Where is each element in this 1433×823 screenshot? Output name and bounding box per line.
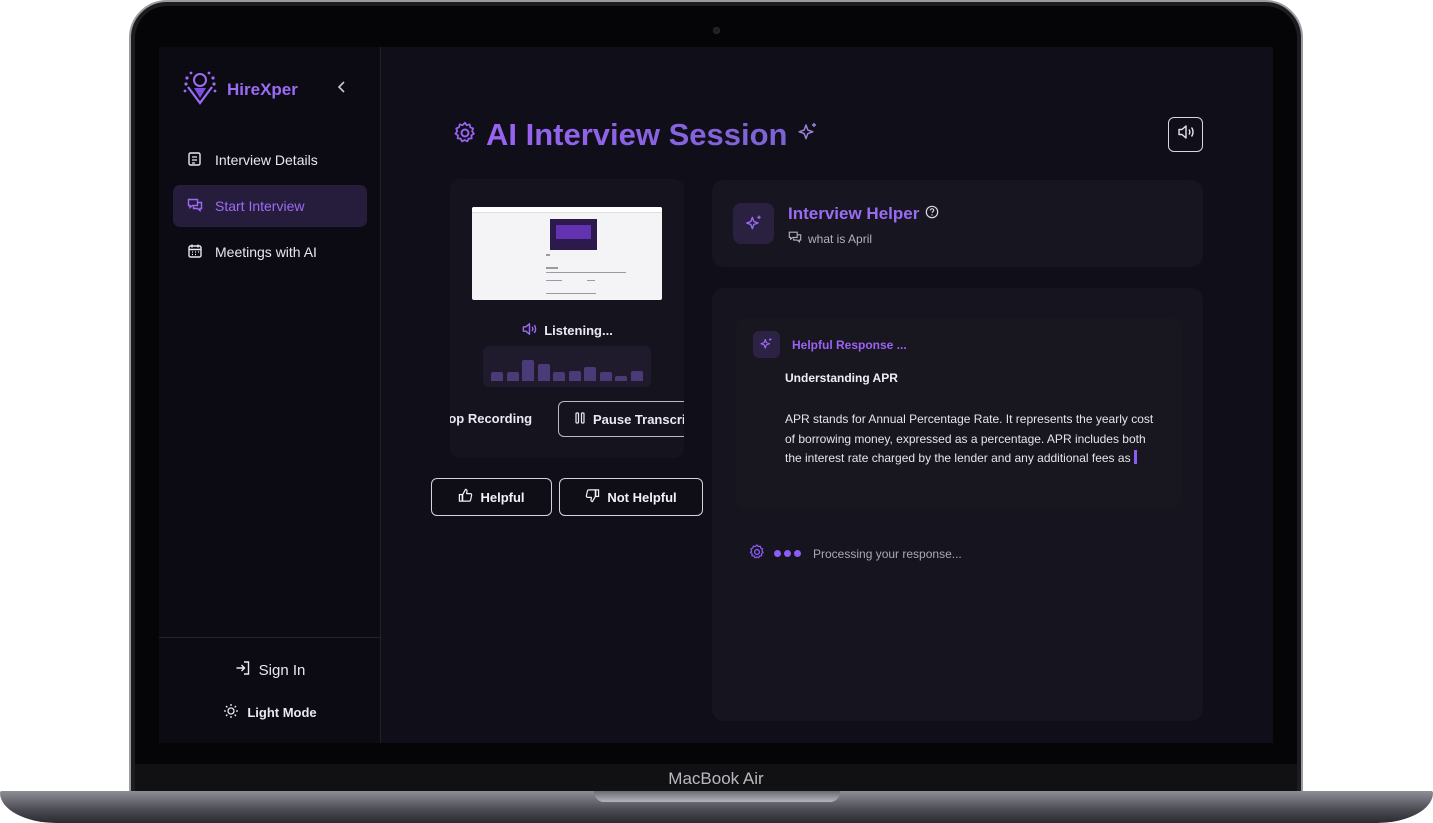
processing-label: Processing your response... [813, 546, 962, 561]
page-title-text: AI Interview Session [486, 117, 788, 152]
gear-icon [452, 120, 478, 151]
light-mode-label: Light Mode [247, 705, 317, 720]
audio-waveform [483, 346, 651, 387]
sparkles-icon [753, 331, 780, 358]
scroll-icon [187, 151, 203, 170]
thumbs-down-icon [585, 488, 600, 506]
device-label: MacBook Air [668, 769, 764, 788]
chat-icon [788, 230, 802, 247]
waveform-bar [491, 372, 503, 381]
waveform-bar [584, 367, 596, 381]
app-screen: HireXper Interview Details Start Intervi… [159, 47, 1273, 743]
detected-question-text: what is April [808, 231, 873, 246]
helpful-label: Helpful [480, 489, 525, 505]
brand-name: HireXper [227, 79, 298, 99]
sidebar-nav: Interview Details Start Interview Meetin… [173, 139, 367, 277]
waveform-bar [615, 376, 627, 381]
sparkles-icon [733, 203, 774, 244]
screen-share-preview[interactable] [472, 207, 662, 300]
recording-card: Listening... top Recording Pause Transcr… [450, 179, 684, 458]
brand[interactable]: HireXper [183, 69, 298, 110]
typing-caret [1133, 450, 1137, 465]
helpful-response-panel: Helpful Response ... Understanding APR A… [736, 318, 1181, 508]
sidebar-item-label: Meetings with AI [215, 244, 317, 260]
sparkles-icon [796, 121, 820, 150]
response-body-text: APR stands for Annual Percentage Rate. I… [785, 412, 1154, 466]
stop-recording-button[interactable]: top Recording [450, 411, 532, 426]
waveform-bar [522, 360, 534, 381]
sidebar-item-label: Start Interview [215, 198, 305, 214]
sidebar-item-meetings-with-ai[interactable]: Meetings with AI [173, 231, 367, 273]
pause-transcription-button[interactable]: Pause Transcrip [558, 401, 684, 437]
listening-status: Listening... [450, 322, 684, 339]
gear-icon [748, 543, 766, 564]
waveform-bar [630, 371, 643, 381]
brand-logo-icon [183, 69, 217, 110]
listening-label: Listening... [544, 323, 613, 338]
pause-icon [575, 411, 585, 427]
camera-icon [713, 27, 720, 34]
help-circle-icon[interactable] [925, 204, 939, 224]
sign-in-icon [235, 660, 251, 680]
response-body: APR stands for Annual Percentage Rate. I… [785, 410, 1165, 469]
sign-in-label: Sign In [258, 661, 306, 679]
pause-transcription-label: Pause Transcrip [593, 411, 684, 427]
sidebar-item-interview-details[interactable]: Interview Details [173, 139, 367, 181]
main-content: AI Interview Session Listening... top Re… [382, 47, 1273, 743]
waveform-bar [537, 364, 550, 381]
audio-toggle-button[interactable] [1168, 117, 1203, 152]
waveform-bar [506, 372, 519, 381]
speaker-icon [521, 322, 538, 339]
laptop-hinge-notch [594, 791, 840, 802]
not-helpful-label: Not Helpful [607, 489, 677, 505]
page-title: AI Interview Session [452, 117, 820, 153]
not-helpful-button[interactable]: Not Helpful [559, 478, 703, 516]
detected-question: what is April [788, 230, 872, 247]
processing-status: Processing your response... [748, 543, 962, 564]
helpful-button[interactable]: Helpful [431, 478, 552, 516]
speaker-icon [1177, 124, 1195, 145]
interview-helper-card: Interview Helper what is April [712, 180, 1203, 267]
sidebar: HireXper Interview Details Start Intervi… [159, 47, 381, 743]
calendar-icon [187, 243, 203, 262]
loading-dots [774, 550, 801, 557]
sidebar-item-start-interview[interactable]: Start Interview [173, 185, 367, 227]
thumbs-up-icon [458, 488, 473, 506]
sun-icon [223, 703, 239, 722]
light-mode-toggle[interactable]: Light Mode [159, 703, 381, 722]
response-heading: Understanding APR [785, 371, 898, 385]
sidebar-item-label: Interview Details [215, 152, 318, 168]
helpful-response-label: Helpful Response ... [792, 338, 907, 352]
interview-helper-title: Interview Helper [788, 204, 939, 224]
chat-icon [187, 197, 203, 216]
waveform-bar [553, 372, 565, 381]
sign-in-button[interactable]: Sign In [159, 660, 381, 680]
response-card: Helpful Response ... Understanding APR A… [712, 288, 1203, 721]
waveform-bar [599, 372, 612, 381]
interview-helper-title-text: Interview Helper [788, 204, 920, 223]
sidebar-divider [159, 637, 381, 638]
waveform-bar [568, 371, 581, 381]
collapse-sidebar-chevron-left-icon[interactable] [337, 80, 347, 96]
